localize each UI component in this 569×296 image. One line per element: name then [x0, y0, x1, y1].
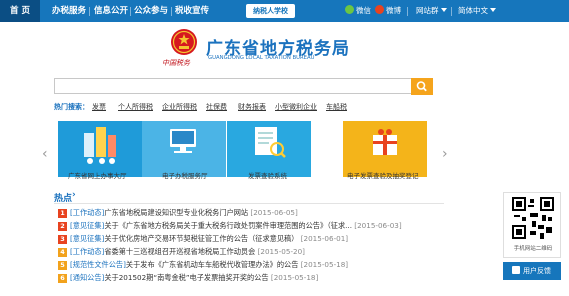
- nav-divider: [89, 7, 90, 16]
- nav-info-disclosure[interactable]: 信息公开: [94, 0, 128, 22]
- news-category: [意见征集]: [70, 234, 105, 243]
- news-item[interactable]: 6 [通知公告]关于201502期“南粤金税”电子发票抽奖开奖的公告 [2015-…: [58, 272, 318, 284]
- wechat-label: 微信: [356, 6, 371, 15]
- news-title: 关于《广东省地方税务局关于重大税务行政处罚案件审理范围的公告》（征求...: [104, 221, 352, 230]
- news-category: [工作动态]: [70, 208, 105, 217]
- tile-caption: 电子发票查验及抽奖登记: [347, 172, 419, 180]
- wechat-link[interactable]: 微信: [345, 0, 371, 22]
- tile-invoice-check[interactable]: [227, 121, 311, 177]
- news-category: [通知公告]: [70, 273, 105, 282]
- chat-icon: [512, 266, 520, 274]
- wechat-icon: [345, 5, 354, 14]
- news-rank-badge: 2: [58, 222, 67, 231]
- news-date: [2015-06-01]: [300, 234, 349, 243]
- site-group-label: 网站群: [416, 6, 439, 15]
- site-group-dropdown[interactable]: 网站群: [416, 0, 447, 22]
- news-item[interactable]: 1 [工作动态]广东省地税局建设知识型专业化税务门户网站 [2015-06-05]: [58, 207, 298, 219]
- nav-divider: [407, 7, 408, 16]
- tile-caption: 电子办税服务厅: [162, 172, 208, 180]
- language-label: 简体中文: [458, 6, 488, 15]
- hot-search-label: 热门搜索：: [54, 103, 89, 111]
- chevron-down-icon: [440, 8, 447, 12]
- tile-caption: 发票查验系统: [248, 172, 287, 180]
- news-title: 省委第十三巡视组召开巡视省地税局工作动员会: [104, 247, 256, 256]
- user-feedback-button[interactable]: 用户反馈: [503, 262, 561, 280]
- qr-caption: 手机网站二维码: [513, 246, 553, 252]
- weibo-label: 微博: [386, 6, 401, 15]
- news-title: 关于发布《广东省机动车车船税代收管理办法》的公告: [125, 260, 299, 269]
- buildings-illustration-icon: [84, 127, 116, 164]
- news-title: 关于优化房地产交易环节契税征管工作的公告（征求意见稿）: [104, 234, 299, 243]
- news-item[interactable]: 3 [意见征集]关于优化房地产交易环节契税征管工作的公告（征求意见稿） [2015…: [58, 233, 348, 245]
- news-date: [2015-05-20]: [257, 247, 305, 256]
- search-icon: [416, 81, 427, 92]
- news-rank-badge: 5: [58, 261, 67, 270]
- weibo-link[interactable]: 微博: [375, 0, 401, 22]
- computer-icon: [170, 129, 196, 153]
- hot-search-link[interactable]: 个人所得税: [118, 102, 153, 112]
- feedback-label: 用户反馈: [523, 267, 551, 275]
- news-category: [意见征集]: [70, 221, 105, 230]
- nav-home[interactable]: 首 页: [0, 0, 40, 22]
- news-date: [2015-06-03]: [354, 221, 402, 230]
- tile-e-invoice-lottery[interactable]: [343, 121, 427, 177]
- news-date: [2015-05-18]: [270, 273, 319, 282]
- news-rank-badge: 4: [58, 248, 67, 257]
- news-date: [2015-05-18]: [300, 260, 349, 269]
- hot-search-link[interactable]: 企业所得税: [162, 102, 197, 112]
- tile-e-tax-hall[interactable]: [142, 121, 226, 177]
- news-rank-badge: 6: [58, 274, 67, 283]
- nav-divider: [451, 7, 452, 16]
- news-title: 广东省地税局建设知识型专业化税务门户网站: [104, 208, 249, 217]
- hot-search-link[interactable]: 车船税: [326, 102, 347, 112]
- hot-search-link[interactable]: 发票: [92, 102, 106, 112]
- qr-code-panel: 手机网站二维码: [503, 192, 561, 258]
- news-more-icon[interactable]: ›: [72, 190, 76, 200]
- search-button[interactable]: [411, 78, 433, 95]
- news-rank-badge: 1: [58, 209, 67, 218]
- brush-calligraphy-mark: 中国税务: [162, 59, 190, 67]
- hot-search-link[interactable]: 小型微利企业: [275, 102, 317, 112]
- invoice-magnifier-icon: [255, 127, 286, 158]
- tile-caption: 广东省网上办事大厅: [68, 172, 127, 180]
- nav-divider: [171, 7, 172, 16]
- nav-divider: [130, 7, 131, 16]
- news-item[interactable]: 2 [意见征集]关于《广东省地方税务局关于重大税务行政处罚案件审理范围的公告》（征…: [58, 220, 402, 232]
- news-divider: [54, 203, 444, 204]
- nav-tax-services[interactable]: 办税服务: [52, 0, 86, 22]
- news-category: [规范性文件公告]: [70, 260, 126, 269]
- news-rank-badge: 3: [58, 235, 67, 244]
- hot-search-link[interactable]: 财务报表: [238, 102, 266, 112]
- tile-online-service-hall[interactable]: [58, 121, 142, 177]
- news-category: [工作动态]: [70, 247, 105, 256]
- news-date: [2015-06-05]: [250, 208, 298, 217]
- gift-box-icon: [373, 129, 397, 155]
- news-title: 关于201502期“南粤金税”电子发票抽奖开奖的公告: [104, 273, 269, 282]
- weibo-icon: [375, 5, 384, 14]
- news-item[interactable]: 5 [规范性文件公告]关于发布《广东省机动车车船税代收管理办法》的公告 [2015…: [58, 259, 348, 271]
- national-emblem-icon: [171, 29, 197, 55]
- search-input[interactable]: [54, 78, 412, 94]
- taxpayer-school-button[interactable]: 纳税人学校: [246, 4, 295, 18]
- hot-search-link[interactable]: 社保费: [206, 102, 227, 112]
- carousel-next-icon[interactable]: ›: [442, 146, 448, 162]
- language-dropdown[interactable]: 简体中文: [458, 0, 496, 22]
- carousel-prev-icon[interactable]: ‹: [42, 146, 48, 162]
- qr-code-icon: [512, 197, 554, 239]
- chevron-down-icon: [490, 8, 496, 12]
- news-item[interactable]: 4 [工作动态]省委第十三巡视组召开巡视省地税局工作动员会 [2015-05-20…: [58, 246, 305, 258]
- site-title-english: GUANGDONG LOCAL TAXATION BUREAU: [208, 55, 315, 61]
- nav-public-participation[interactable]: 公众参与: [134, 0, 168, 22]
- nav-tax-publicity[interactable]: 税收宣传: [175, 0, 209, 22]
- top-nav: 首 页 办税服务 信息公开 公众参与 税收宣传 纳税人学校 微信 微博 网站群 …: [0, 0, 569, 22]
